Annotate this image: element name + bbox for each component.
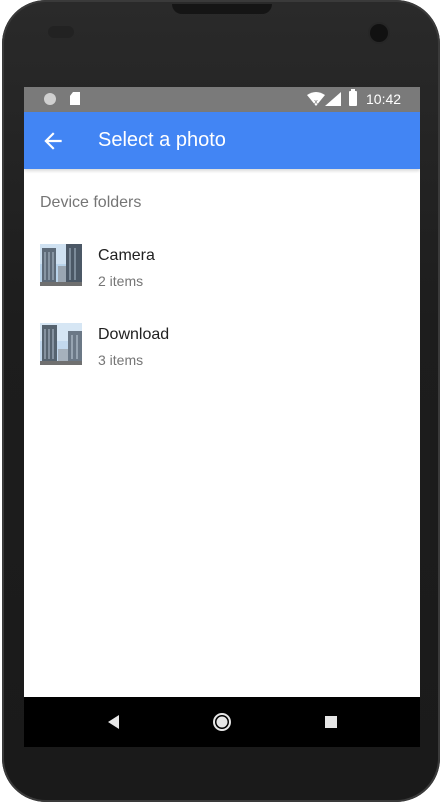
square-recents-icon[interactable] — [320, 711, 342, 733]
folder-name: Camera — [98, 247, 155, 264]
circle-home-icon[interactable] — [211, 711, 233, 733]
status-time: 10:42 — [366, 91, 402, 107]
system-nav-bar — [24, 697, 420, 747]
section-header: Device folders — [40, 194, 142, 211]
svg-text:x: x — [314, 98, 318, 106]
folder-count: 3 items — [98, 352, 144, 368]
folder-item-download[interactable]: Download 3 items — [24, 316, 420, 386]
battery-icon — [349, 89, 357, 106]
notification-dot-icon — [44, 93, 56, 105]
folder-name: Download — [98, 326, 170, 343]
status-bar: x 10:42 — [24, 87, 420, 112]
triangle-back-icon[interactable] — [103, 711, 125, 733]
folder-count: 2 items — [98, 273, 144, 289]
earpiece-speaker — [172, 4, 272, 14]
folder-thumbnail — [40, 244, 82, 286]
sd-card-icon — [70, 92, 80, 105]
proximity-sensor — [48, 26, 74, 38]
folder-item-camera[interactable]: Camera 2 items — [24, 237, 420, 307]
arrow-left-icon[interactable] — [40, 128, 66, 154]
folder-thumbnail — [40, 323, 82, 365]
front-camera — [370, 24, 388, 42]
cell-signal-icon — [325, 92, 341, 106]
app-bar: Select a photo — [24, 112, 420, 169]
phone-screen: x 10:42 Select a photo Device folders Ca… — [24, 87, 420, 747]
page-title: Select a photo — [98, 129, 226, 151]
wifi-icon: x — [307, 92, 325, 106]
